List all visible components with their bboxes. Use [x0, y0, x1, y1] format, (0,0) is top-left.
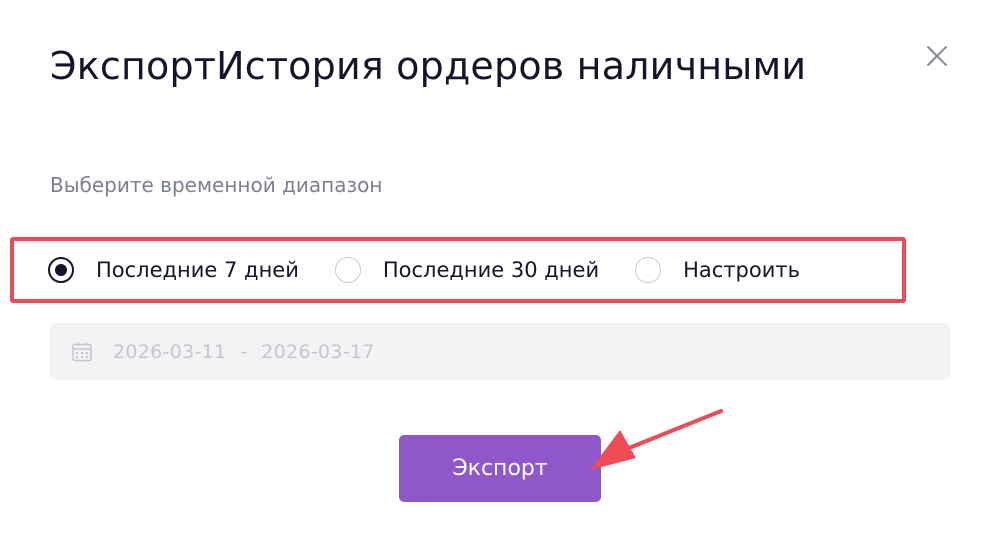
radio-button[interactable] [334, 257, 361, 283]
radio-label-custom: Настроить [683, 258, 800, 282]
end-date-input[interactable]: 2026-03-17 [261, 341, 374, 363]
radio-label-last-30-days: Последние 30 дней [382, 258, 600, 282]
date-range-picker[interactable]: 2026-03-11 - 2026-03-17 [50, 323, 950, 380]
close-button[interactable] [924, 43, 950, 69]
calendar-icon [72, 342, 92, 361]
radio-option-last-30-days[interactable]: Последние 30 дней [334, 257, 600, 283]
time-range-radio-group: Последние 7 дней Последние 30 дней Настр… [48, 254, 836, 286]
export-button[interactable]: Экспорт [399, 435, 601, 502]
radio-option-last-7-days[interactable]: Последние 7 дней [48, 257, 299, 283]
time-range-label: Выберите временной диапазон [50, 173, 383, 197]
dialog-title: ЭкспортИстория ордеров наличными [50, 44, 807, 88]
start-date-input[interactable]: 2026-03-11 [113, 341, 226, 363]
radio-button[interactable] [635, 257, 662, 283]
radio-label-last-7-days: Последние 7 дней [96, 258, 299, 282]
date-separator: - [240, 340, 248, 363]
close-icon [927, 46, 947, 66]
export-dialog: ЭкспортИстория ордеров наличными Выберит… [0, 0, 996, 544]
radio-button-checked[interactable] [48, 257, 74, 283]
radio-option-custom[interactable]: Настроить [635, 257, 800, 283]
annotation-arrow-icon [590, 409, 723, 470]
